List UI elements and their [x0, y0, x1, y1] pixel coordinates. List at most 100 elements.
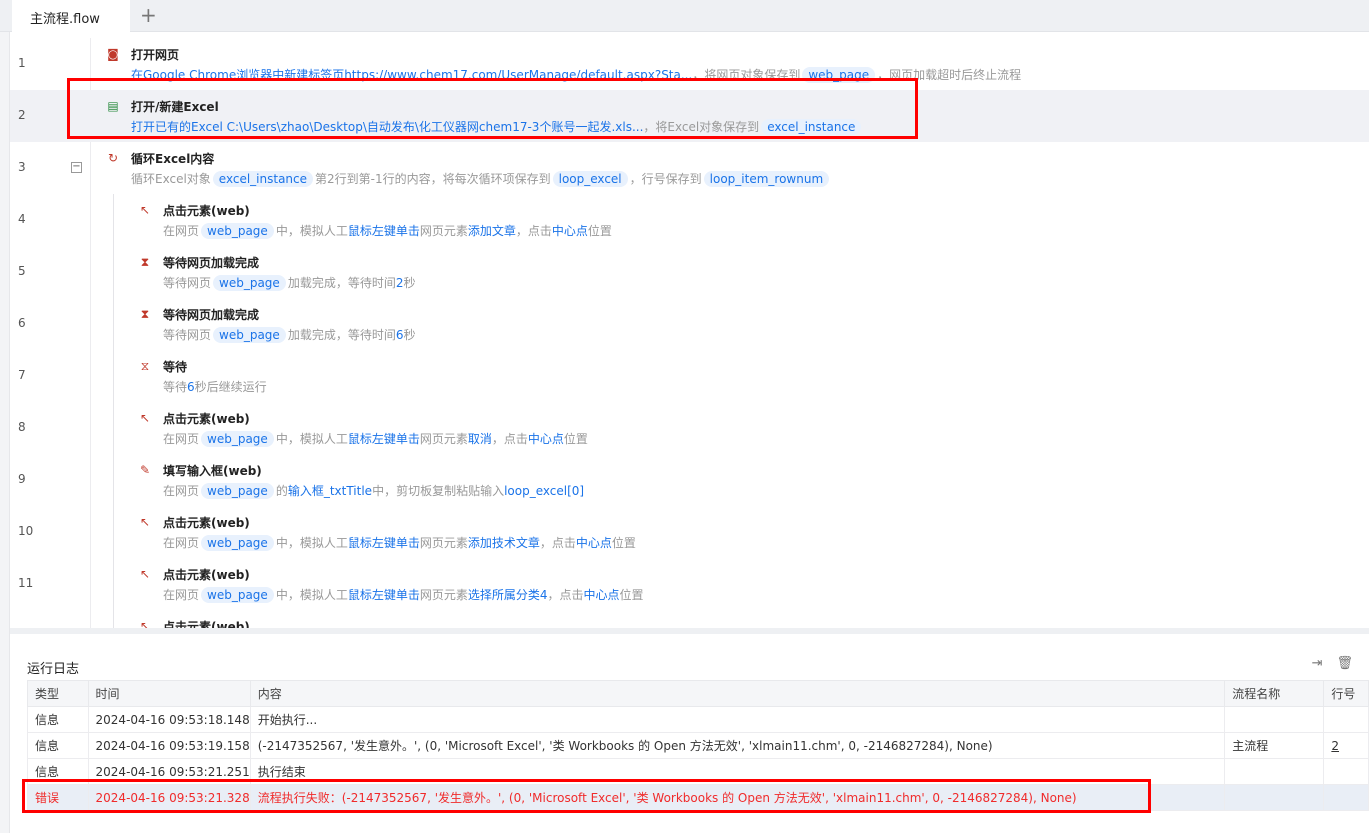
param-link[interactable]: 6: [187, 380, 195, 394]
column-header[interactable]: 类型: [27, 680, 89, 707]
flow-step[interactable]: 2 ▤ 打开/新建Excel 打开已有的Excel C:\Users\zhao\Des…: [10, 90, 1369, 142]
variable-pill[interactable]: loop_excel: [552, 171, 628, 187]
step-description: 在网页 web_page 中，模拟人工鼠标左键单击网页元素选择所属分类4，点击中心点…: [163, 586, 644, 603]
param-link[interactable]: 鼠标左键单击: [348, 588, 420, 602]
variable-pill[interactable]: web_page: [201, 535, 274, 551]
log-cell-content: 执行结束: [249, 758, 1226, 785]
param-link[interactable]: 鼠标左键单击: [348, 536, 420, 550]
step-title: 点击元素(web): [163, 516, 250, 530]
step-title: 打开/新建Excel: [131, 100, 219, 114]
desc-text: 在网页: [163, 588, 200, 602]
param-link[interactable]: loop_excel[0]: [504, 484, 584, 498]
log-cell-time: 2024-04-16 09:53:21.251: [87, 758, 251, 785]
add-tab-button[interactable]: +: [140, 3, 157, 27]
column-header[interactable]: 内容: [249, 680, 1226, 707]
param-link[interactable]: 添加技术文章: [468, 536, 540, 550]
step-description: 在Google Chrome浏览器中新建标签页https://www.chem1…: [131, 66, 1021, 83]
param-link[interactable]: 鼠标左键单击: [348, 224, 420, 238]
desc-text: 在网页: [163, 432, 200, 446]
step-title: 等待: [163, 360, 188, 374]
param-link[interactable]: 中心点: [584, 588, 620, 602]
param-link[interactable]: 中心点: [552, 224, 588, 238]
step-description: 打开已有的Excel C:\Users\zhao\Desktop\自动发布\化工…: [131, 118, 863, 135]
desc-text: 网页元素: [419, 432, 468, 446]
desc-text: 中，模拟人工: [275, 224, 348, 238]
wait-page-icon: ⧗: [140, 307, 150, 321]
click-element-icon: ↖: [139, 411, 151, 425]
click-element-icon: ↖: [139, 515, 151, 529]
log-cell-flow: [1224, 758, 1325, 785]
flow-step[interactable]: 5 ⧗ 等待网页加载完成 等待网页 web_page 加载完成，等待时间2秒: [10, 246, 1369, 298]
flow-step[interactable]: ↖ 点击元素(web): [10, 610, 1369, 628]
desc-text: 位置: [563, 432, 588, 446]
log-cell-line: [1323, 706, 1369, 733]
log-row[interactable]: 信息 2024-04-16 09:53:21.251 执行结束: [27, 758, 1369, 785]
run-log-panel: 运行日志 ⇥ 🗑 类型 时间 内容 流程名称 行号 信息 2024-04-16 09:53:…: [10, 628, 1369, 833]
param-link[interactable]: 打开已有的Excel C:\Users\zhao\Desktop\自动发布\化工…: [131, 120, 643, 134]
variable-pill[interactable]: web_page: [213, 275, 286, 291]
log-cell-line: [1323, 758, 1369, 785]
variable-pill[interactable]: web_page: [213, 327, 286, 343]
flow-step[interactable]: 7 ⧖ 等待 等待6秒后继续运行: [10, 350, 1369, 402]
flow-step[interactable]: 11 ↖ 点击元素(web) 在网页 web_page 中，模拟人工鼠标左键单击网页元素选…: [10, 558, 1369, 610]
desc-text: 循环Excel对象: [131, 172, 211, 186]
log-cell-line[interactable]: 2: [1323, 732, 1369, 759]
desc-text: 在网页: [163, 224, 200, 238]
flow-step[interactable]: 10 ↖ 点击元素(web) 在网页 web_page 中，模拟人工鼠标左键单击网页元素添…: [10, 506, 1369, 558]
desc-text: ，点击: [515, 224, 552, 238]
variable-pill[interactable]: excel_instance: [761, 119, 862, 135]
log-cell-time: 2024-04-16 09:53:18.148: [87, 706, 251, 733]
flow-step[interactable]: 6 ⧗ 等待网页加载完成 等待网页 web_page 加载完成，等待时间6秒: [10, 298, 1369, 350]
desc-text: ，将Excel对象保存到: [643, 120, 760, 134]
tab-main-flow[interactable]: 主流程.flow: [12, 0, 130, 32]
desc-text: ，点击: [539, 536, 576, 550]
variable-pill[interactable]: web_page: [802, 67, 876, 83]
param-link[interactable]: 添加文章: [468, 224, 516, 238]
loop-guide-line: [113, 194, 114, 628]
flow-step[interactable]: 3 ↻ 循环Excel内容 循环Excel对象 excel_instance 第2行到第-…: [10, 142, 1369, 194]
desc-text: 中，剪切板复制粘贴输入: [372, 484, 505, 498]
flow-step[interactable]: 4 ↖ 点击元素(web) 在网页 web_page 中，模拟人工鼠标左键单击网页元素添加…: [10, 194, 1369, 246]
desc-text: 中，模拟人工: [275, 536, 348, 550]
column-header[interactable]: 行号: [1323, 680, 1369, 707]
log-row[interactable]: 错误 2024-04-16 09:53:21.328 流程执行失败：(-214735…: [27, 784, 1369, 811]
column-header[interactable]: 时间: [87, 680, 251, 707]
browser-icon: ◙: [107, 47, 119, 61]
export-log-icon[interactable]: ⇥: [1312, 656, 1323, 671]
log-cell-type: 错误: [27, 784, 89, 811]
variable-pill[interactable]: web_page: [201, 483, 274, 499]
variable-pill[interactable]: web_page: [201, 431, 274, 447]
log-cell-flow: [1224, 784, 1325, 811]
step-description: 等待6秒后继续运行: [163, 378, 267, 395]
collapse-toggle[interactable]: −: [71, 162, 82, 173]
desc-text: 第2行到第-1行的内容，将每次循环项保存到: [315, 172, 551, 186]
flow-step[interactable]: 1 ◙ 打开网页 在Google Chrome浏览器中新建标签页https://www…: [10, 38, 1369, 90]
param-link[interactable]: 取消: [468, 432, 492, 446]
param-link[interactable]: 输入框_txtTitle: [288, 484, 372, 498]
param-link[interactable]: 选择所属分类4: [468, 588, 548, 602]
param-link[interactable]: 中心点: [576, 536, 612, 550]
param-link[interactable]: 在Google Chrome浏览器中新建标签页https://www.chem1…: [131, 68, 692, 82]
trash-icon[interactable]: 🗑: [1336, 656, 1353, 671]
step-description: 等待网页 web_page 加载完成，等待时间2秒: [163, 274, 415, 291]
desc-text: 秒: [403, 328, 416, 342]
line-number: 8: [18, 420, 26, 434]
desc-text: 加载完成，等待时间: [287, 328, 396, 342]
desc-text: 等待: [163, 380, 188, 394]
variable-pill[interactable]: loop_item_rownum: [703, 171, 830, 187]
log-row[interactable]: 信息 2024-04-16 09:53:18.148 开始执行...: [27, 706, 1369, 733]
param-link[interactable]: 鼠标左键单击: [348, 432, 420, 446]
desc-text: 位置: [619, 588, 644, 602]
param-link[interactable]: 中心点: [528, 432, 564, 446]
variable-pill[interactable]: web_page: [201, 587, 274, 603]
log-empty-row: [28, 811, 1369, 827]
flow-step[interactable]: 8 ↖ 点击元素(web) 在网页 web_page 中，模拟人工鼠标左键单击网页元素取消…: [10, 402, 1369, 454]
variable-pill[interactable]: web_page: [201, 223, 274, 239]
variable-pill[interactable]: excel_instance: [212, 171, 314, 187]
fill-input-icon: ✎: [139, 463, 151, 477]
log-cell-content: (-2147352567, '发生意外。', (0, 'Microsoft Ex…: [249, 732, 1226, 759]
desc-text: 位置: [587, 224, 612, 238]
column-header[interactable]: 流程名称: [1224, 680, 1325, 707]
flow-step[interactable]: 9 ✎ 填写输入框(web) 在网页 web_page 的输入框_txtTitle中，剪切…: [10, 454, 1369, 506]
log-row[interactable]: 信息 2024-04-16 09:53:19.158 (-2147352567, '…: [27, 732, 1369, 759]
